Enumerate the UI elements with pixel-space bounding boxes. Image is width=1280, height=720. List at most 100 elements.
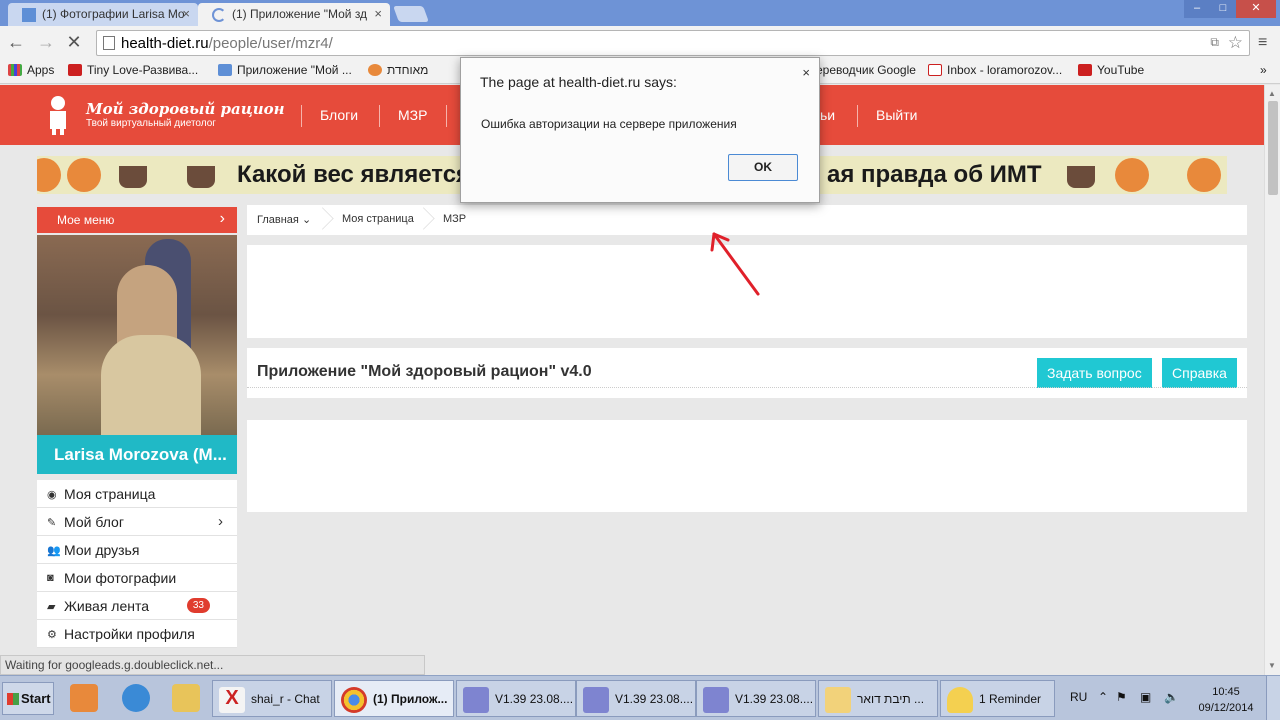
bookmark-meuhedet[interactable]: מאוחדת (368, 63, 428, 77)
stop-icon[interactable]: ✕ (64, 32, 84, 52)
my-menu-header[interactable]: Мое меню › (37, 207, 237, 233)
scroll-up-icon[interactable]: ▲ (1268, 89, 1276, 98)
url-text: health-diet.ru/people/user/mzr4/ (121, 35, 333, 52)
ask-question-button[interactable]: Задать вопрос (1037, 358, 1152, 388)
side-item-feed[interactable]: ▰ Живая лента 33 (37, 592, 237, 620)
site-icon (218, 64, 232, 76)
bookmark-youtube[interactable]: YouTube (1078, 63, 1144, 77)
chef-logo-icon (50, 96, 66, 135)
side-item-friends[interactable]: 👥 Мои друзья (37, 536, 237, 564)
breadcrumb-my-page[interactable]: Моя страница (342, 213, 414, 225)
browser-toolbar: ← → ✕ health-diet.ru/people/user/mzr4/ ⧉… (0, 26, 1280, 60)
side-item-settings[interactable]: ⚙ Настройки профиля (37, 620, 237, 648)
side-item-label: Настройки профиля (64, 626, 195, 642)
site-logo-subtitle: Твой виртуальный диетолог (86, 118, 216, 129)
nav-blogs[interactable]: Блоги (320, 107, 358, 123)
address-bar[interactable]: health-diet.ru/people/user/mzr4/ ⧉ ☆ (96, 30, 1250, 56)
my-menu-label: Мое меню (57, 213, 115, 227)
banner-text-left: Какой вес является (237, 161, 471, 188)
scroll-down-icon[interactable]: ▼ (1268, 661, 1276, 670)
task-v139-1[interactable]: V1.39 23.08.... (456, 680, 576, 717)
divider (247, 387, 1247, 388)
bookmark-translate[interactable]: ереводчик Google (816, 63, 916, 77)
nav-logout[interactable]: Выйти (876, 107, 917, 123)
language-indicator[interactable]: RU (1070, 690, 1087, 704)
bookmark-app[interactable]: Приложение "Мой ... (218, 63, 352, 77)
bookmark-apps[interactable]: Apps (8, 63, 54, 77)
flag-icon[interactable]: ⚑ (1116, 690, 1127, 704)
help-button[interactable]: Справка (1162, 358, 1237, 388)
page-scrollbar[interactable]: ▲ ▼ (1264, 85, 1280, 675)
annotation-arrow-icon (710, 232, 760, 296)
nav-divider (857, 105, 858, 127)
task-chrome[interactable]: (1) Прилож... (334, 680, 454, 717)
user-icon: ◉ (47, 489, 57, 501)
nav-mzr[interactable]: МЗР (398, 107, 427, 123)
apps-grid-icon (8, 64, 22, 76)
chrome-icon (341, 687, 367, 713)
side-item-label: Живая лента (64, 598, 150, 614)
folder-icon[interactable] (172, 684, 200, 712)
task-v139-3[interactable]: V1.39 23.08.... (696, 680, 816, 717)
coffee-cup-icon (187, 166, 215, 188)
gmail-icon (928, 64, 942, 76)
tab-close-icon[interactable]: × (374, 6, 382, 21)
task-reminder[interactable]: 1 Reminder (940, 680, 1055, 717)
internet-explorer-icon[interactable] (122, 684, 150, 712)
bookmark-inbox[interactable]: Inbox - loramorozov... (928, 63, 1062, 77)
tab-app[interactable]: (1) Приложение "Мой зд × (198, 3, 390, 26)
gear-icon: ⚙ (47, 629, 57, 641)
task-chat[interactable]: X shai_r - Chat (212, 680, 332, 717)
task-label: תיבת דואר ... (857, 692, 925, 706)
side-item-photos[interactable]: ◙ Мои фотографии (37, 564, 237, 592)
edit-icon: ✎ (47, 517, 57, 529)
site-logo-title[interactable]: Мой здоровый рацион (86, 100, 285, 118)
alert-dialog: The page at health-diet.ru says: × Ошибк… (460, 57, 820, 203)
figure-app-icon (703, 687, 729, 713)
scrollbar-thumb[interactable] (1268, 101, 1278, 195)
minimize-button[interactable]: – (1184, 0, 1210, 18)
system-clock[interactable]: 10:45 09/12/2014 (1194, 684, 1258, 716)
app-content-panel (247, 420, 1247, 512)
media-player-icon[interactable] (70, 684, 98, 712)
back-arrow-icon[interactable]: ← (6, 32, 26, 52)
task-outlook[interactable]: תיבת דואר ... (818, 680, 938, 717)
task-label: 1 Reminder (979, 692, 1042, 706)
profile-photo[interactable] (37, 235, 237, 435)
network-icon[interactable]: ▣ (1140, 690, 1151, 704)
donut-icon (1187, 158, 1221, 192)
translate-icon[interactable]: ⧉ (1210, 35, 1219, 50)
start-button[interactable]: Start (2, 682, 54, 715)
close-window-button[interactable]: ✕ (1236, 0, 1276, 18)
side-item-my-blog[interactable]: ✎ Мой блог › (37, 508, 237, 536)
ok-button[interactable]: OK (728, 154, 798, 181)
donut-icon (37, 158, 61, 192)
breadcrumb-home[interactable]: Главная ⌄ (257, 213, 311, 226)
dialog-message: Ошибка авторизации на сервере приложения (481, 117, 737, 131)
tab-close-icon[interactable]: × (182, 6, 190, 21)
nav-divider (301, 105, 302, 127)
page-icon (103, 36, 115, 50)
friends-icon: 👥 (47, 545, 61, 557)
forward-arrow-icon[interactable]: → (36, 32, 56, 52)
tab-photos[interactable]: (1) Фотографии Larisa Mo × (8, 3, 198, 26)
tray-expand-icon[interactable]: ⌃ (1098, 690, 1108, 704)
side-item-my-page[interactable]: ◉ Моя страница (37, 480, 237, 508)
bookmark-tinylove[interactable]: Tiny Love-Развива... (68, 63, 198, 77)
nav-articles[interactable]: ьи (820, 107, 835, 123)
new-tab-button[interactable] (393, 6, 429, 22)
volume-icon[interactable]: 🔈 (1164, 690, 1179, 704)
user-name[interactable]: Larisa Morozova (M... (37, 435, 237, 474)
close-icon[interactable]: × (802, 65, 810, 80)
bookmark-star-icon[interactable]: ☆ (1228, 33, 1243, 53)
site-favicon-icon (22, 8, 36, 22)
chrome-menu-icon[interactable]: ≡ (1258, 34, 1267, 52)
coffee-cup-icon (119, 166, 147, 188)
windows-logo-icon (7, 693, 19, 705)
maximize-button[interactable]: □ (1210, 0, 1236, 18)
task-v139-2[interactable]: V1.39 23.08.... (576, 680, 696, 717)
figure-app-icon (463, 687, 489, 713)
task-label: shai_r - Chat (251, 692, 320, 706)
show-desktop-button[interactable] (1266, 676, 1280, 720)
bookmarks-overflow[interactable]: » (1260, 63, 1267, 77)
